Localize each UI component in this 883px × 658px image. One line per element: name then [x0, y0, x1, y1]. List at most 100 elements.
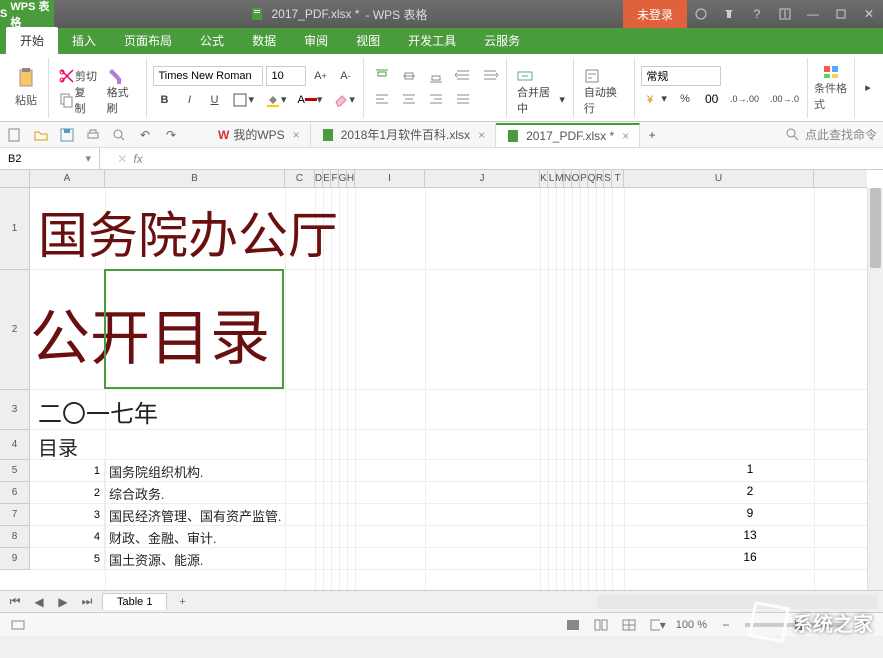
- align-right-button[interactable]: [424, 89, 448, 111]
- currency-icon: ¥: [645, 91, 661, 107]
- help-icon[interactable]: ?: [743, 0, 771, 28]
- indent-right-button[interactable]: [478, 65, 502, 87]
- cell-text: 5: [30, 548, 105, 569]
- fill-color-button[interactable]: ▾: [261, 89, 291, 111]
- select-all-corner[interactable]: [0, 170, 30, 188]
- format-painter-button[interactable]: 格式刷: [103, 89, 143, 111]
- doc-icon: [249, 6, 265, 22]
- fx-icon[interactable]: fx: [133, 152, 142, 166]
- tab-review[interactable]: 审阅: [290, 27, 342, 54]
- save-icon[interactable]: [58, 126, 76, 144]
- xls-icon: [506, 128, 522, 144]
- sheet-tab[interactable]: Table 1: [102, 593, 167, 610]
- doctab-doc2[interactable]: 2017_PDF.xlsx *×: [496, 123, 640, 147]
- close-icon[interactable]: ×: [478, 128, 485, 142]
- cell-text: 国民经济管理、国有资产监管.: [109, 506, 281, 525]
- close-icon[interactable]: ×: [293, 128, 300, 142]
- add-sheet-button[interactable]: +: [173, 593, 191, 611]
- sheet-prev-icon[interactable]: ◀: [30, 593, 48, 611]
- number-format-select[interactable]: 常规: [641, 66, 721, 86]
- bold-button[interactable]: B: [153, 89, 175, 111]
- decrease-font-button[interactable]: A-: [334, 65, 356, 87]
- login-button[interactable]: 未登录: [623, 0, 687, 28]
- formula-input[interactable]: [160, 148, 883, 169]
- ribbon-expand-icon[interactable]: ▸: [857, 77, 879, 99]
- box-icon[interactable]: [771, 0, 799, 28]
- tshirt-icon[interactable]: [715, 0, 743, 28]
- tab-data[interactable]: 数据: [238, 27, 290, 54]
- scroll-thumb[interactable]: [870, 188, 881, 268]
- currency-button[interactable]: ¥▾: [641, 88, 671, 110]
- merge-center-button[interactable]: 合并居中▾: [513, 89, 569, 111]
- bucket-icon: [265, 92, 281, 108]
- sheet-last-icon[interactable]: ⏭: [78, 593, 96, 611]
- view-page-icon[interactable]: [592, 616, 610, 634]
- vertical-scrollbar[interactable]: [867, 188, 883, 590]
- font-name-select[interactable]: Times New Roman: [153, 66, 263, 86]
- align-bottom-button[interactable]: [424, 65, 448, 87]
- align-left-button[interactable]: [370, 89, 394, 111]
- tab-start[interactable]: 开始: [6, 27, 58, 54]
- spreadsheet-grid[interactable]: ABCDEFGHIJKLMNOPQRSTU 123456789 国务院办公厅 息…: [0, 170, 883, 590]
- decrease-decimal-button[interactable]: .00→.0: [766, 88, 803, 110]
- close-icon[interactable]: ×: [622, 129, 629, 143]
- italic-button[interactable]: I: [178, 89, 200, 111]
- clear-format-button[interactable]: ▾: [329, 89, 359, 111]
- percent-button[interactable]: %: [674, 88, 696, 110]
- doctab-doc1[interactable]: 2018年1月软件百科.xlsx×: [311, 123, 496, 147]
- eraser-icon: [333, 92, 349, 108]
- skin-icon[interactable]: [687, 0, 715, 28]
- border-button[interactable]: ▾: [228, 89, 258, 111]
- column-headers[interactable]: ABCDEFGHIJKLMNOPQRSTU: [30, 170, 867, 188]
- font-color-button[interactable]: A▾: [294, 89, 327, 111]
- indent-left-button[interactable]: [451, 65, 475, 87]
- tab-layout[interactable]: 页面布局: [110, 27, 186, 54]
- add-tab-button[interactable]: +: [640, 123, 664, 147]
- search-command[interactable]: 点此查找命令: [785, 126, 877, 143]
- cell-text: 2: [720, 484, 780, 498]
- view-break-icon[interactable]: [620, 616, 638, 634]
- align-top-button[interactable]: [370, 65, 394, 87]
- comma-icon: 000: [703, 91, 719, 107]
- wrap-text-button[interactable]: 自动换行: [580, 89, 631, 111]
- close-button[interactable]: ✕: [855, 0, 883, 28]
- cell-text: 4: [30, 526, 105, 547]
- search-icon: [785, 127, 801, 143]
- minimize-button[interactable]: —: [799, 0, 827, 28]
- increase-decimal-button[interactable]: .0→.00: [726, 88, 763, 110]
- doctab-mywps[interactable]: W我的WPS×: [208, 123, 311, 147]
- tab-formula[interactable]: 公式: [186, 27, 238, 54]
- paste-button[interactable]: 粘贴: [8, 64, 44, 112]
- view-normal-icon[interactable]: [564, 616, 582, 634]
- tab-view[interactable]: 视图: [342, 27, 394, 54]
- title-bar: SWPS 表格 2017_PDF.xlsx * - WPS 表格 未登录 ? —…: [0, 0, 883, 28]
- print-icon[interactable]: [84, 126, 102, 144]
- copy-icon: [59, 92, 74, 108]
- open-icon[interactable]: [32, 126, 50, 144]
- fx-cancel-icon[interactable]: ✕: [117, 152, 127, 166]
- name-box[interactable]: B2▾: [0, 148, 100, 169]
- align-justify-button[interactable]: [451, 89, 475, 111]
- align-middle-button[interactable]: [397, 65, 421, 87]
- row-headers[interactable]: 123456789: [0, 188, 30, 570]
- cond-format-button[interactable]: 条件格式: [814, 64, 850, 112]
- redo-icon[interactable]: ↷: [162, 126, 180, 144]
- print-preview-icon[interactable]: [110, 126, 128, 144]
- tab-cloud[interactable]: 云服务: [470, 27, 534, 54]
- comma-button[interactable]: 000: [699, 88, 723, 110]
- tab-insert[interactable]: 插入: [58, 27, 110, 54]
- maximize-button[interactable]: [827, 0, 855, 28]
- new-doc-icon[interactable]: [6, 126, 24, 144]
- increase-font-button[interactable]: A+: [309, 65, 331, 87]
- paste-icon: [16, 68, 36, 90]
- copy-button[interactable]: 复制: [55, 89, 100, 111]
- font-size-select[interactable]: 10: [266, 66, 306, 86]
- undo-icon[interactable]: ↶: [136, 126, 154, 144]
- zoom-out-button[interactable]: −: [717, 616, 735, 634]
- sheet-first-icon[interactable]: ⏮: [6, 593, 24, 611]
- sheet-next-icon[interactable]: ▶: [54, 593, 72, 611]
- tab-dev[interactable]: 开发工具: [394, 27, 470, 54]
- underline-button[interactable]: U: [203, 89, 225, 111]
- reading-mode-icon[interactable]: ▾: [648, 616, 666, 634]
- align-center-button[interactable]: [397, 89, 421, 111]
